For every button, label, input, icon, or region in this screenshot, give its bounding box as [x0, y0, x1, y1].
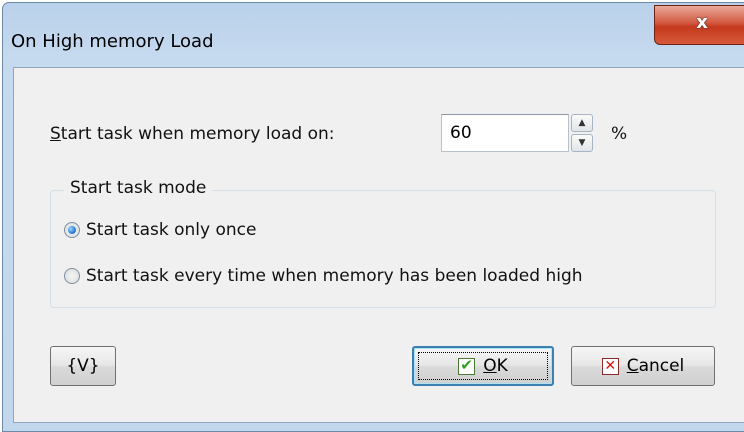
start-task-mode-title: Start task mode	[64, 178, 213, 198]
memory-load-label-text: tart task when memory load on:	[60, 124, 335, 144]
ok-button[interactable]: OK	[412, 346, 554, 386]
cancel-accel: C	[626, 356, 639, 376]
variables-button[interactable]: {V}	[50, 346, 116, 386]
radio-button-unchecked[interactable]	[64, 268, 80, 284]
window-title: On High memory Load	[11, 31, 214, 52]
dialog-window: On High memory Load x Start task when me…	[2, 2, 744, 432]
radio-option-every-time-label: Start task every time when memory has be…	[86, 266, 583, 286]
radio-button-checked[interactable]	[64, 222, 80, 238]
close-icon: x	[696, 12, 708, 33]
radio-option-every-time[interactable]: Start task every time when memory has be…	[64, 266, 583, 286]
memory-load-label-accel: S	[50, 124, 61, 144]
cancel-button-label: Cancel	[627, 356, 685, 376]
dialog-client-area: Start task when memory load on: ▲ ▼ % St…	[13, 67, 744, 423]
cancel-button[interactable]: ✕ Cancel	[571, 346, 715, 386]
cross-icon: ✕	[601, 357, 619, 375]
variables-button-label: {V}	[66, 356, 100, 376]
title-bar[interactable]: On High memory Load x	[3, 3, 744, 75]
ok-label-rest: K	[496, 356, 508, 376]
spin-up-button[interactable]: ▲	[571, 114, 593, 132]
radio-option-once[interactable]: Start task only once	[64, 220, 256, 240]
spin-down-button[interactable]: ▼	[571, 134, 593, 152]
cancel-label-rest: ancel	[638, 356, 685, 376]
arrow-down-icon: ▼	[578, 138, 586, 148]
memory-load-spinner: ▲ ▼	[571, 114, 593, 152]
memory-load-label: Start task when memory load on:	[50, 124, 335, 144]
memory-load-input[interactable]	[441, 114, 569, 152]
ok-accel: O	[483, 356, 497, 376]
checkmark-icon	[458, 356, 476, 375]
close-button[interactable]: x	[654, 5, 744, 45]
radio-option-once-label: Start task only once	[86, 220, 257, 240]
percent-unit: %	[611, 124, 628, 144]
start-task-mode-group	[50, 190, 716, 308]
ok-button-label: OK	[483, 356, 508, 376]
arrow-up-icon: ▲	[578, 118, 586, 128]
